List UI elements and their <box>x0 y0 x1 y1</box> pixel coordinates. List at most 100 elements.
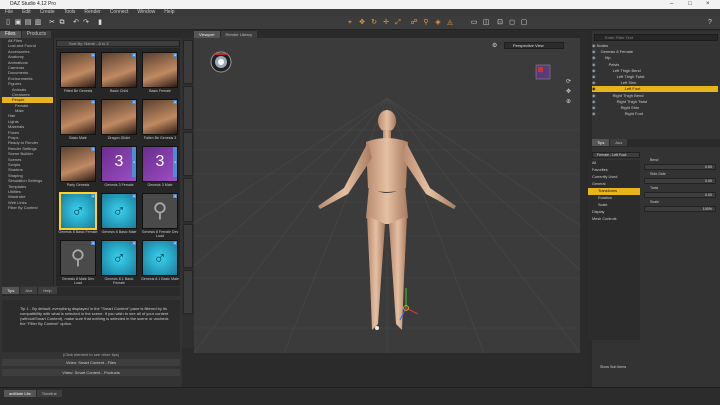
visibility-eye-icon[interactable]: ◉ <box>592 68 597 73</box>
side-tab-scene[interactable] <box>183 132 193 176</box>
tab-files[interactable]: Files <box>0 31 21 38</box>
param-category[interactable]: Favorites <box>588 167 640 174</box>
tab-viewport[interactable]: Viewport <box>194 31 220 38</box>
scene-node-row[interactable]: ◉ Left Thigh Twist <box>592 74 718 79</box>
new-scene-icon[interactable]: ▯ <box>4 19 12 27</box>
orbit-icon[interactable]: ⟳ <box>566 78 571 85</box>
pan-icon[interactable]: ✥ <box>566 88 571 95</box>
save-icon[interactable]: ▥ <box>34 19 42 27</box>
help-icon[interactable]: ? <box>706 19 714 27</box>
scene-node-row[interactable]: ◉ Right Thigh Bend <box>592 93 718 98</box>
scene-node-row[interactable]: ◉ Hip <box>592 55 718 60</box>
render-icon[interactable]: ◻ <box>508 19 516 27</box>
menu-create[interactable]: Create <box>40 9 55 15</box>
param-slider[interactable]: 100% <box>644 206 716 212</box>
content-thumbnail[interactable]: 3 ● <box>101 146 137 182</box>
side-tab-shaping[interactable] <box>183 224 193 268</box>
menu-help[interactable]: Help <box>164 9 174 15</box>
content-thumbnail[interactable]: ● <box>60 99 96 135</box>
tab-tips[interactable]: Tips <box>2 287 20 294</box>
copy-icon[interactable]: ⧉ <box>58 19 66 27</box>
render-window-icon[interactable]: ▢ <box>520 19 528 27</box>
folder-item[interactable]: Filter By Context <box>2 205 53 210</box>
sort-dropdown[interactable]: Sort By: Name - A to Z <box>56 40 180 47</box>
visibility-eye-icon[interactable]: ◉ <box>592 80 597 85</box>
visibility-eye-icon[interactable]: ◉ <box>592 74 597 79</box>
content-thumbnail[interactable]: ● <box>60 52 96 88</box>
joint-editor-icon[interactable]: ⚲ <box>422 19 430 27</box>
param-category[interactable]: Mesh Controls <box>588 216 640 223</box>
paste-icon[interactable]: ▮ <box>96 19 104 27</box>
param-category[interactable]: Display <box>588 209 640 216</box>
scene-node-row[interactable]: ◉ Left Foot <box>592 86 718 92</box>
maximize-icon[interactable]: □ <box>688 0 692 9</box>
tab-products[interactable]: Products <box>21 31 52 38</box>
redo-icon[interactable]: ↷ <box>82 19 90 27</box>
undo-icon[interactable]: ↶ <box>72 19 80 27</box>
region-icon[interactable]: ◫ <box>482 19 490 27</box>
gizmo-x-axis[interactable] <box>405 307 419 315</box>
content-thumbnail[interactable]: ♂ ● <box>101 193 137 229</box>
visibility-eye-icon[interactable]: ◉ <box>592 49 597 54</box>
content-thumbnail[interactable]: ♂ ● <box>142 240 178 276</box>
content-thumbnail[interactable]: ⚲ ● <box>60 240 96 276</box>
content-thumbnail[interactable]: ⚲ ● <box>142 193 178 229</box>
camera-orbit-gizmo[interactable] <box>210 51 232 73</box>
drawstyle-icon[interactable]: ⚙ <box>492 42 497 49</box>
param-category[interactable]: All <box>588 160 640 167</box>
param-category[interactable]: Rotation <box>588 195 640 202</box>
menu-window[interactable]: Window <box>137 9 155 15</box>
visibility-eye-icon[interactable]: ◉ <box>592 86 597 91</box>
scene-node-row[interactable]: ◉ Right Foot <box>592 111 718 116</box>
content-thumbnail[interactable]: ● <box>142 99 178 135</box>
node-selector[interactable]: Female - Left Foot <box>592 152 640 158</box>
content-thumbnail[interactable]: ● <box>101 99 137 135</box>
minimize-icon[interactable]: – <box>670 0 673 9</box>
open-icon[interactable]: ▤ <box>24 19 32 27</box>
rotate-tool-icon[interactable]: ↻ <box>370 19 378 27</box>
scene-search[interactable]: Enter Filter Text <box>594 34 718 41</box>
scale-tool-icon[interactable]: ⤢ <box>394 19 402 27</box>
video-files-button[interactable]: Video: Smart Content - Files <box>2 359 180 366</box>
param-category[interactable]: Currently Used <box>588 174 640 181</box>
param-category[interactable]: Transforms <box>588 188 640 195</box>
tab-tips-right[interactable]: Tips <box>592 139 610 146</box>
menu-connect[interactable]: Connect <box>110 9 129 15</box>
active-pose-tool-icon[interactable]: ☍ <box>410 19 418 27</box>
tab-help[interactable]: Help <box>38 287 57 294</box>
content-thumbnail[interactable]: ● <box>60 146 96 182</box>
menu-file[interactable]: File <box>5 9 13 15</box>
tab-aux-right[interactable]: Aux <box>610 139 628 146</box>
cut-icon[interactable]: ✂ <box>48 19 56 27</box>
scene-node-row[interactable]: ◉ Right Shin <box>592 105 718 110</box>
param-slider[interactable]: 0.00 <box>644 164 716 170</box>
menu-edit[interactable]: Edit <box>22 9 31 15</box>
side-tab-smart-content[interactable] <box>183 40 193 84</box>
content-thumbnail[interactable]: ♂ ● <box>101 240 137 276</box>
scene-node-row[interactable]: ◉ Pelvis <box>592 62 718 67</box>
visibility-eye-icon[interactable]: ◉ <box>592 62 597 67</box>
param-slider[interactable]: 0.00 <box>644 178 716 184</box>
tab-animate-lite[interactable]: aniMate Lite <box>4 390 36 397</box>
content-thumbnail[interactable]: 3 ● <box>142 146 178 182</box>
visibility-eye-icon[interactable]: ◉ <box>592 55 597 60</box>
scene-node-row[interactable]: ◉ Left Thigh Bend <box>592 68 718 73</box>
close-icon[interactable]: × <box>706 0 710 9</box>
tab-timeline[interactable]: Timeline <box>36 390 62 397</box>
scene-node-row[interactable]: ◉ Left Shin <box>592 80 718 85</box>
side-tab-posing[interactable] <box>183 270 193 314</box>
translate-tool-icon[interactable]: ✛ <box>382 19 390 27</box>
param-slider[interactable]: 0.00 <box>644 192 716 198</box>
scene-node-row[interactable]: ◉ Nodes <box>592 43 718 48</box>
merge-icon[interactable]: ▣ <box>14 19 22 27</box>
scene-node-row[interactable]: ◉ Genesis 8 Female <box>592 49 718 54</box>
param-category[interactable]: General <box>588 181 640 188</box>
content-thumbnail[interactable]: ♂ ● <box>60 193 96 229</box>
view-selector[interactable]: Perspective View <box>504 42 564 49</box>
visibility-eye-icon[interactable]: ◉ <box>592 111 597 116</box>
visibility-eye-icon[interactable]: ◉ <box>592 93 597 98</box>
node-selection-tool-icon[interactable]: ⌖ <box>346 19 354 27</box>
visibility-eye-icon[interactable]: ◉ <box>592 99 597 104</box>
tab-aux[interactable]: Aux <box>20 287 38 294</box>
content-thumbnail[interactable]: ● <box>142 52 178 88</box>
